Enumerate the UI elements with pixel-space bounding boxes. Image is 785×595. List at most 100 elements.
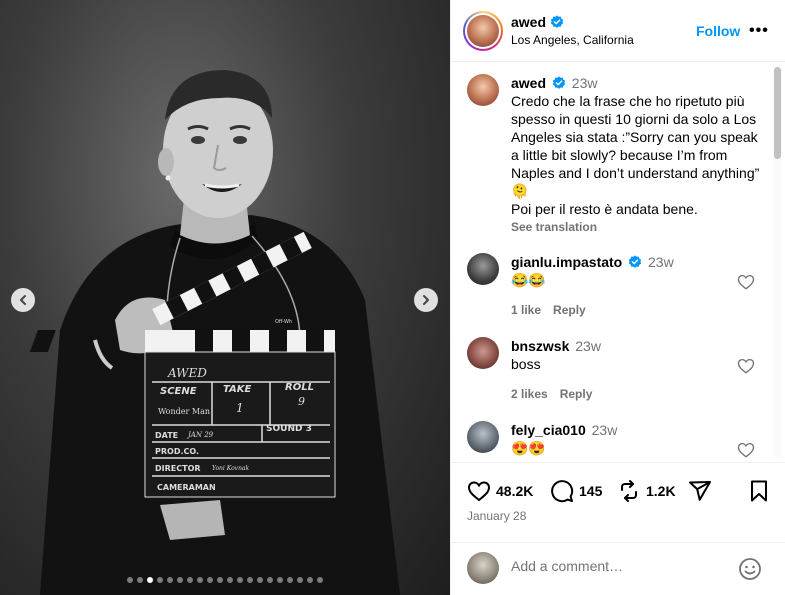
like-comment-heart-icon[interactable] bbox=[737, 441, 755, 459]
reply-button[interactable]: Reply bbox=[560, 387, 593, 401]
add-comment-input[interactable] bbox=[511, 558, 721, 574]
verified-badge-icon bbox=[550, 15, 564, 28]
verified-badge-icon bbox=[552, 76, 566, 89]
repost-button[interactable]: 1.2K bbox=[617, 479, 676, 503]
comment-likes[interactable]: 1 like bbox=[511, 303, 541, 317]
carousel-dot bbox=[317, 577, 323, 583]
more-options-button[interactable]: ••• bbox=[749, 22, 769, 40]
see-translation-link[interactable]: See translation bbox=[511, 218, 761, 236]
reply-button[interactable]: Reply bbox=[553, 303, 586, 317]
comment-text: 😍😍 bbox=[511, 440, 546, 456]
chevron-left-icon bbox=[20, 295, 26, 305]
clap-prodco-label: PROD.CO. bbox=[155, 447, 199, 456]
caption-time[interactable]: 23w bbox=[572, 75, 598, 91]
comment-username[interactable]: gianlu.impastato bbox=[511, 254, 622, 270]
carousel-dot bbox=[187, 577, 193, 583]
carousel-dot bbox=[217, 577, 223, 583]
carousel-dot bbox=[307, 577, 313, 583]
comment-time[interactable]: 23w bbox=[575, 338, 601, 354]
comment-likes[interactable]: 2 likes bbox=[511, 387, 548, 401]
repost-icon bbox=[621, 480, 637, 502]
carousel-dot bbox=[297, 577, 303, 583]
post-actions: 48.2K 145 1.2K January 28 bbox=[451, 462, 785, 542]
post-photo: AWED SCENE TAKE ROLL Wonder Man 1 9 DATE… bbox=[29, 70, 400, 595]
carousel-dot bbox=[127, 577, 133, 583]
comments-list[interactable]: awed 23w Credo che la frase che ho ripet… bbox=[451, 63, 785, 461]
comment-text: 😂😂 bbox=[511, 272, 546, 288]
share-paper-plane-icon bbox=[689, 481, 711, 501]
clap-director-value: Yoni Kovnak bbox=[212, 465, 250, 472]
comment-count: 145 bbox=[579, 483, 603, 499]
emoji-icon[interactable] bbox=[738, 557, 762, 581]
carousel-dot bbox=[247, 577, 253, 583]
heart-icon bbox=[467, 481, 491, 502]
caption-username[interactable]: awed bbox=[511, 75, 546, 91]
like-count: 48.2K bbox=[496, 483, 534, 499]
carousel-dot bbox=[177, 577, 183, 583]
clap-roll-value: 9 bbox=[298, 395, 305, 408]
add-comment-bar bbox=[451, 542, 785, 595]
comment-time[interactable]: 23w bbox=[648, 254, 674, 270]
clap-take-label: TAKE bbox=[223, 384, 252, 395]
carousel-dot bbox=[137, 577, 143, 583]
clap-scene-value: Wonder Man bbox=[158, 407, 210, 416]
clap-director-label: DIRECTOR bbox=[155, 464, 201, 473]
commenter-avatar[interactable] bbox=[467, 253, 499, 285]
commenter-avatar[interactable] bbox=[467, 337, 499, 369]
post-side-panel: awed Los Angeles, California Follow ••• … bbox=[450, 0, 785, 595]
like-comment-heart-icon[interactable] bbox=[737, 273, 755, 291]
next-slide-button[interactable] bbox=[414, 288, 438, 312]
author-username-row: awed bbox=[511, 14, 564, 30]
clap-date-value: JAN 29 bbox=[186, 431, 214, 439]
comment-text: boss bbox=[511, 356, 541, 372]
clap-date-label: DATE bbox=[155, 431, 178, 440]
clap-scene-label: SCENE bbox=[160, 386, 197, 397]
comment-bubble-icon bbox=[551, 480, 574, 503]
post-date[interactable]: January 28 bbox=[467, 509, 526, 523]
commenter-avatar[interactable] bbox=[467, 421, 499, 453]
clap-sound-label: SOUND 3 bbox=[266, 424, 312, 434]
share-button[interactable] bbox=[688, 479, 712, 503]
shirt-logo: Off-Wh bbox=[275, 319, 292, 325]
carousel-dot bbox=[227, 577, 233, 583]
carousel-dot bbox=[257, 577, 263, 583]
bookmark-icon bbox=[751, 480, 767, 502]
save-button[interactable] bbox=[747, 479, 771, 503]
carousel-dot bbox=[197, 577, 203, 583]
author-avatar[interactable] bbox=[467, 15, 499, 47]
repost-count: 1.2K bbox=[646, 483, 676, 499]
carousel-dot bbox=[167, 577, 173, 583]
comment-username[interactable]: bnszwsk bbox=[511, 338, 569, 354]
comment-username[interactable]: fely_cia010 bbox=[511, 422, 586, 438]
caption-avatar[interactable] bbox=[467, 74, 499, 106]
post-media[interactable]: AWED SCENE TAKE ROLL Wonder Man 1 9 DATE… bbox=[0, 0, 450, 595]
carousel-indicator bbox=[127, 577, 323, 583]
carousel-dot bbox=[287, 577, 293, 583]
author-username[interactable]: awed bbox=[511, 14, 546, 30]
caption-text: Credo che la frase che ho ripetuto più s… bbox=[511, 93, 760, 217]
post-header: awed Los Angeles, California Follow ••• bbox=[451, 0, 785, 62]
post-location[interactable]: Los Angeles, California bbox=[511, 33, 634, 47]
clap-take-value: 1 bbox=[236, 401, 244, 415]
chevron-right-icon bbox=[423, 295, 429, 305]
like-button[interactable]: 48.2K bbox=[467, 479, 533, 503]
carousel-dot bbox=[277, 577, 283, 583]
clap-cameraman-label: CAMERAMAN bbox=[157, 483, 216, 492]
comment-button[interactable]: 145 bbox=[550, 479, 602, 503]
carousel-dot bbox=[237, 577, 243, 583]
carousel-dot bbox=[147, 577, 153, 583]
previous-slide-button[interactable] bbox=[11, 288, 35, 312]
comments-scrollbar[interactable] bbox=[773, 65, 782, 457]
carousel-dot bbox=[267, 577, 273, 583]
carousel-dot bbox=[157, 577, 163, 583]
scrollbar-thumb[interactable] bbox=[774, 67, 781, 159]
author-avatar-ring[interactable] bbox=[463, 11, 503, 51]
follow-button[interactable]: Follow bbox=[696, 23, 740, 39]
like-comment-heart-icon[interactable] bbox=[737, 357, 755, 375]
clap-roll-label: ROLL bbox=[285, 382, 314, 393]
carousel-dot bbox=[207, 577, 213, 583]
clap-name: AWED bbox=[167, 366, 207, 380]
comment-time[interactable]: 23w bbox=[592, 422, 618, 438]
verified-badge-icon bbox=[629, 255, 642, 268]
current-user-avatar bbox=[467, 552, 499, 584]
